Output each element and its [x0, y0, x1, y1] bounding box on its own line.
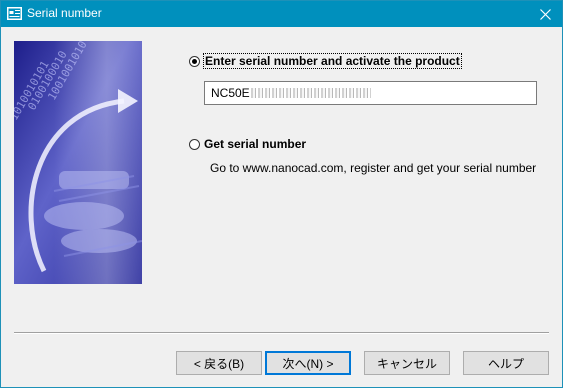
window-title: Serial number: [27, 6, 102, 20]
serial-number-input[interactable]: NC50E: [204, 81, 537, 105]
serial-number-value: NC50E: [211, 86, 250, 100]
cancel-button[interactable]: キャンセル: [364, 351, 450, 375]
get-serial-radio[interactable]: [189, 138, 200, 150]
button-separator: [14, 332, 549, 334]
help-button[interactable]: ヘルプ: [463, 351, 549, 375]
get-serial-radio-label[interactable]: Get serial number: [204, 137, 306, 151]
title-bar[interactable]: Serial number: [1, 1, 562, 27]
serial-number-dialog: Serial number 1010010101 0100100010 1001…: [0, 0, 563, 388]
close-button[interactable]: [528, 1, 562, 27]
activate-radio-label[interactable]: Enter serial number and activate the pro…: [203, 53, 462, 69]
wizard-banner-image: 1010010101 0100100010 1001001010: [14, 41, 142, 284]
serial-number-icon: [7, 7, 22, 20]
activate-radio[interactable]: [189, 55, 200, 67]
close-icon: [539, 8, 551, 20]
back-button[interactable]: < 戻る(B): [176, 351, 262, 375]
radio-activate-option[interactable]: Enter serial number and activate the pro…: [189, 53, 462, 69]
radio-get-serial-option[interactable]: Get serial number: [189, 137, 306, 151]
serial-number-redacted: [250, 88, 371, 98]
next-button[interactable]: 次へ(N) >: [265, 351, 351, 375]
get-serial-hint: Go to www.nanocad.com, register and get …: [210, 161, 537, 175]
